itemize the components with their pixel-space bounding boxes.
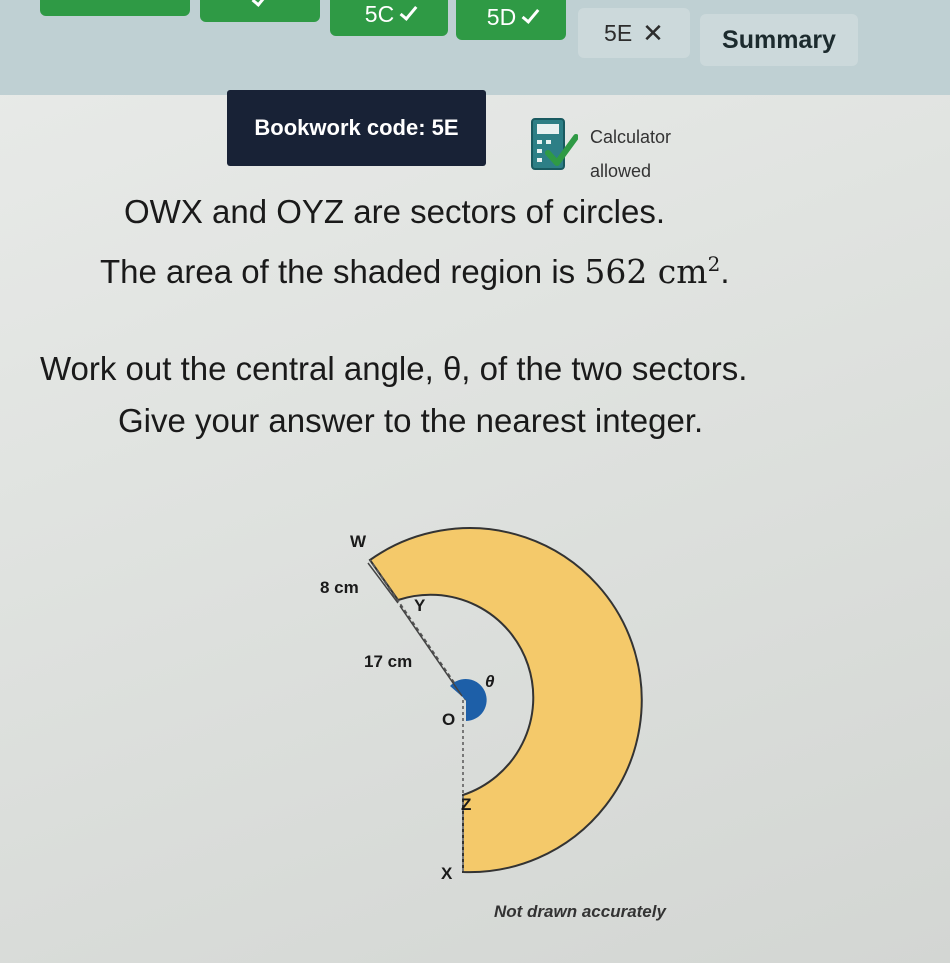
label-text: X (441, 864, 453, 883)
inner-length-arrow (399, 605, 463, 697)
shaded-region (368, 527, 643, 874)
label-text: θ (485, 672, 495, 691)
label-text: 8 cm (320, 578, 359, 597)
label-text: O (442, 710, 456, 729)
not-drawn-accurately-note: Not drawn accurately (494, 902, 666, 922)
label-text: Z (461, 795, 472, 814)
label-text: W (350, 532, 367, 551)
label-z: Z (461, 795, 471, 815)
label-text: 17 cm (364, 652, 413, 671)
label-w: W (350, 532, 366, 552)
label-17cm: 17 cm (364, 652, 412, 672)
label-x: X (441, 864, 452, 884)
sector-diagram (367, 527, 643, 874)
label-y: Y (414, 596, 425, 616)
label-theta: θ (485, 672, 494, 692)
label-o: O (442, 710, 455, 730)
note-text: Not drawn accurately (494, 902, 666, 921)
label-text: Y (414, 596, 426, 615)
label-8cm: 8 cm (320, 578, 359, 598)
